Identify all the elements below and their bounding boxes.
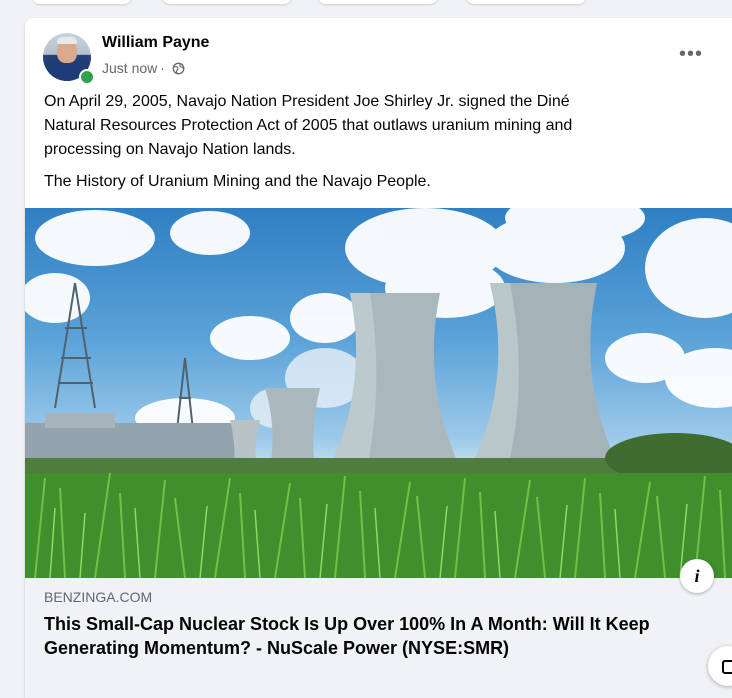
post-header: William Payne Just now · •••	[25, 18, 732, 88]
nuclear-cooling-towers-image	[25, 208, 732, 578]
top-tab-stub	[318, 0, 438, 4]
link-preview-image[interactable]	[25, 208, 732, 578]
author-name[interactable]: William Payne	[102, 34, 209, 52]
info-icon[interactable]: i	[680, 559, 714, 593]
post-paragraph: The History of Uranium Mining and the Na…	[44, 173, 431, 190]
link-preview-footer[interactable]: BENZINGA.COM This Small-Cap Nuclear Stoc…	[25, 578, 732, 698]
more-options-icon: •••	[678, 42, 703, 65]
post-meta: Just now ·	[102, 60, 185, 76]
post-timestamp[interactable]: Just now	[102, 60, 157, 76]
post-paragraph: On April 29, 2005, Navajo Nation Preside…	[44, 93, 573, 158]
post-body: On April 29, 2005, Navajo Nation Preside…	[44, 90, 604, 202]
meta-separator: ·	[160, 60, 165, 76]
top-tab-stub	[466, 0, 586, 4]
online-status-dot	[79, 69, 95, 85]
link-domain: BENZINGA.COM	[44, 589, 153, 605]
author-avatar[interactable]	[43, 33, 95, 85]
top-tab-stub	[162, 0, 292, 4]
top-tab-stub	[32, 0, 132, 4]
link-title[interactable]: This Small-Cap Nuclear Stock Is Up Over …	[44, 612, 724, 660]
globe-icon[interactable]	[172, 62, 185, 75]
new-message-icon	[722, 660, 732, 674]
feed-top-edge	[0, 0, 732, 6]
post-card: William Payne Just now · ••• On April 29…	[25, 18, 732, 698]
more-options-button[interactable]: •••	[675, 38, 707, 70]
